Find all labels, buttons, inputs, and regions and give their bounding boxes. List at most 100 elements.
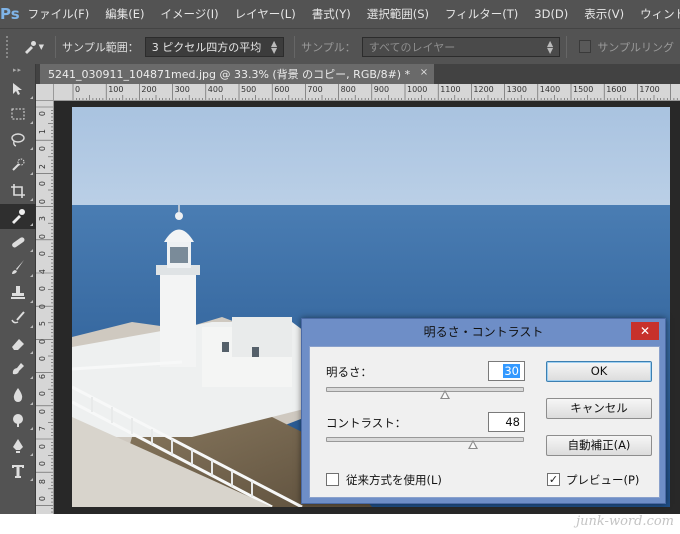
ruler-label: 300	[174, 85, 190, 94]
tool-preset-picker[interactable]: ▼	[18, 35, 49, 59]
ruler-label: 0	[38, 233, 47, 239]
pen-tool[interactable]	[0, 433, 36, 459]
select-arrows-icon: ▲ ▼	[270, 38, 278, 55]
ruler-label: 4	[38, 268, 47, 274]
ruler-label: 0	[38, 251, 47, 257]
brightness-input[interactable]: 30	[488, 361, 525, 381]
preview-checkbox[interactable]: ✓	[547, 473, 560, 486]
history-brush-icon	[11, 311, 25, 324]
menu-file[interactable]: ファイル(F)	[20, 0, 98, 28]
auto-button[interactable]: 自動補正(A)	[546, 435, 652, 456]
document-tab[interactable]: 5241_030911_104871med.jpg @ 33.3% (背景 のコ…	[40, 64, 435, 84]
sample-size-value: 3 ピクセル四方の平均	[151, 40, 262, 54]
brush-tool[interactable]	[0, 255, 36, 281]
lasso-tool[interactable]	[0, 127, 36, 153]
menu-select[interactable]: 選択範囲(S)	[359, 0, 437, 28]
menu-view[interactable]: 表示(V)	[576, 0, 632, 28]
ruler-label: 1400	[539, 85, 561, 94]
contrast-slider-thumb[interactable]	[468, 440, 478, 449]
ruler-label: 0	[38, 408, 47, 414]
gradient-icon	[12, 363, 24, 375]
preview-label: プレビュー(P)	[566, 473, 640, 487]
ruler-origin[interactable]	[36, 84, 54, 101]
ruler-label: 0	[38, 391, 47, 397]
brightness-contrast-dialog: 明るさ・コントラスト ✕ 明るさ： 30 コントラスト： 48 従来方式を使用(…	[301, 318, 666, 504]
sample-ring-label: サンプルリング	[597, 40, 674, 54]
eraser-tool[interactable]	[0, 331, 36, 357]
ruler-label: 8	[38, 478, 47, 484]
menu-3d[interactable]: 3D(D)	[526, 0, 576, 28]
menu-image[interactable]: イメージ(I)	[153, 0, 227, 28]
ruler-label: 0	[38, 146, 47, 152]
ruler-vertical[interactable]: 0 1 0 2 0 0 3 0 0 4 0 0 5 0 0 6 0 0 7 0 0 8 0	[36, 101, 54, 514]
ruler-label: 600	[274, 85, 290, 94]
tool-more-indicator	[30, 452, 33, 456]
ruler-horizontal[interactable]: 0 100 200 300 400 500 600 700 800 900 1000 1100 1200…	[54, 84, 680, 101]
ruler-label: 1100	[440, 85, 461, 94]
ruler-label: 1000	[407, 85, 428, 94]
tools-panel-grip[interactable]: ▸▸	[0, 64, 35, 76]
quick-select-tool[interactable]	[0, 153, 36, 179]
close-icon[interactable]: ×	[420, 67, 428, 78]
contrast-slider-track[interactable]	[326, 437, 524, 442]
marquee-icon	[11, 108, 25, 120]
sample-select[interactable]: すべてのレイヤー ▲ ▼	[361, 36, 561, 57]
separator	[55, 35, 57, 58]
ruler-label: 100	[108, 85, 124, 94]
crop-tool[interactable]	[0, 178, 36, 204]
tool-more-indicator	[30, 427, 33, 430]
contrast-input[interactable]: 48	[488, 412, 525, 432]
tool-more-indicator	[30, 223, 33, 226]
move-tool[interactable]	[0, 76, 36, 102]
marquee-tool[interactable]	[0, 102, 36, 128]
tool-more-indicator	[30, 350, 33, 354]
eraser-icon	[12, 338, 24, 350]
ruler-label: 5	[38, 321, 47, 327]
ruler-label: 7	[38, 426, 47, 432]
stamp-tool[interactable]	[0, 280, 36, 306]
quick-select-icon	[12, 158, 25, 171]
brightness-slider-thumb[interactable]	[440, 390, 450, 399]
document-tab-title: 5241_030911_104871med.jpg @ 33.3% (背景 のコ…	[48, 68, 411, 81]
menu-type[interactable]: 書式(Y)	[304, 0, 359, 28]
menu-layer[interactable]: レイヤー(L)	[227, 0, 304, 28]
sample-size-select[interactable]: 3 ピクセル四方の平均 ▲ ▼	[144, 36, 285, 57]
brightness-label: 明るさ：	[326, 365, 372, 379]
blur-icon	[13, 387, 23, 402]
dialog-title[interactable]: 明るさ・コントラスト	[302, 319, 665, 345]
menu-window[interactable]: ウィンドウ(W)	[632, 0, 680, 28]
options-bar-grip[interactable]	[6, 35, 12, 58]
close-icon[interactable]: ✕	[631, 322, 659, 340]
ruler-label: 800	[340, 85, 356, 94]
legacy-checkbox[interactable]	[326, 473, 339, 486]
menu-edit[interactable]: 編集(E)	[97, 0, 152, 28]
cancel-button[interactable]: キャンセル	[546, 398, 652, 419]
dodge-tool[interactable]	[0, 408, 36, 434]
blur-tool[interactable]	[0, 382, 36, 408]
ok-button[interactable]: OK	[546, 361, 652, 382]
stamp-icon	[11, 285, 25, 299]
history-brush-tool[interactable]	[0, 306, 36, 332]
select-arrows-icon: ▲ ▼	[547, 38, 554, 55]
ruler-label: 0	[38, 461, 47, 467]
tool-more-indicator	[30, 248, 33, 252]
tool-more-indicator	[30, 197, 33, 201]
ruler-label: 1600	[606, 85, 627, 94]
legacy-label: 従来方式を使用(L)	[346, 473, 442, 487]
photoshop-logo: Ps	[0, 5, 20, 23]
menu-filter[interactable]: フィルター(T)	[437, 0, 526, 28]
eyedropper-tool[interactable]	[0, 203, 36, 229]
ruler-label: 1500	[573, 85, 594, 94]
ruler-label: 0	[38, 181, 47, 187]
brightness-slider-track[interactable]	[326, 387, 524, 392]
menu-bar: Ps ファイル(F) 編集(E) イメージ(I) レイヤー(L) 書式(Y) 選…	[0, 0, 680, 28]
ruler-label: 700	[307, 85, 323, 94]
ruler-label: 400	[207, 85, 224, 94]
tool-more-indicator	[30, 299, 33, 303]
sample-ring-checkbox[interactable]	[579, 40, 592, 53]
separator	[294, 35, 296, 58]
type-tool[interactable]	[0, 459, 36, 485]
gradient-tool[interactable]	[0, 357, 36, 383]
sample-label: サンプル：	[301, 40, 356, 54]
healing-tool[interactable]	[0, 229, 36, 255]
